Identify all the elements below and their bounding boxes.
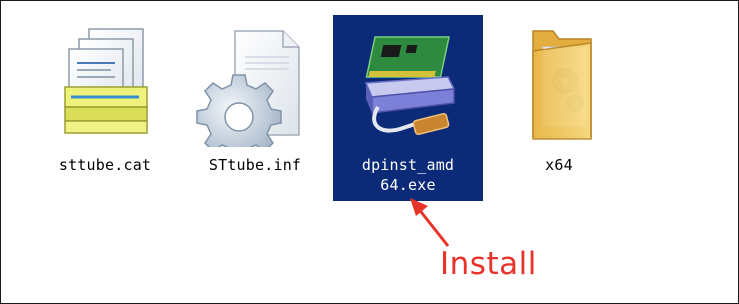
- file-item-dpinst-amd64-exe[interactable]: dpinst_amd 64.exe: [333, 15, 483, 201]
- file-name-label: x64: [545, 156, 573, 174]
- driver-installer-icon: [348, 23, 468, 147]
- file-item-sttube-inf[interactable]: STtube.inf: [181, 15, 329, 205]
- file-name-label: dpinst_amd 64.exe: [361, 156, 455, 194]
- catalog-file-icon: [45, 23, 165, 147]
- folder-item-x64[interactable]: x64: [485, 15, 633, 205]
- file-name-label: STtube.inf: [208, 156, 302, 174]
- folder-icon: [499, 23, 619, 147]
- explorer-view: sttube.cat STtube.inf dpinst_amd 64.exe …: [0, 0, 739, 304]
- settings-file-icon: [195, 23, 315, 147]
- install-annotation: Install: [440, 246, 537, 282]
- file-name-label: sttube.cat: [58, 156, 152, 174]
- file-item-sttube-cat[interactable]: sttube.cat: [31, 15, 179, 205]
